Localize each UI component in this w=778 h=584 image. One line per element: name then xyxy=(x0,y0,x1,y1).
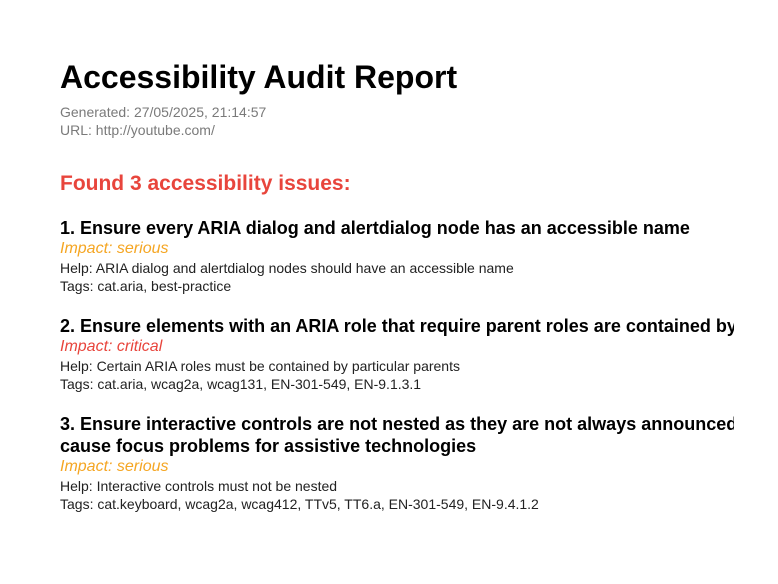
report-meta: Generated: 27/05/2025, 21:14:57 URL: htt… xyxy=(60,103,734,139)
issue-impact: Impact: serious xyxy=(60,240,169,257)
issue-help: Help: Interactive controls must not be n… xyxy=(60,478,338,494)
issue-title: 1. Ensure every ARIA dialog and alertdia… xyxy=(60,218,690,238)
issue-impact: Impact: serious xyxy=(60,458,169,475)
audited-url: URL: http://youtube.com/ xyxy=(60,122,215,138)
issue-tags: Tags: cat.aria, best-practice xyxy=(60,278,232,294)
issue-item: 2. Ensure elements with an ARIA role tha… xyxy=(60,315,734,393)
issue-title: 3. Ensure interactive controls are not n… xyxy=(60,414,734,456)
issue-title: 2. Ensure elements with an ARIA role tha… xyxy=(60,316,734,336)
issue-impact: Impact: critical xyxy=(60,338,163,355)
generated-timestamp: Generated: 27/05/2025, 21:14:57 xyxy=(60,104,267,120)
issue-help: Help: ARIA dialog and alertdialog nodes … xyxy=(60,260,514,276)
issues-summary: Found 3 accessibility issues: xyxy=(60,172,351,195)
issue-tags: Tags: cat.aria, wcag2a, wcag131, EN-301-… xyxy=(60,376,422,392)
report-title: Accessibility Audit Report xyxy=(60,59,458,95)
issue-tags: Tags: cat.keyboard, wcag2a, wcag412, TTv… xyxy=(60,496,539,512)
report-content: Accessibility Audit Report Generated: 27… xyxy=(60,58,734,533)
issues-list: 1. Ensure every ARIA dialog and alertdia… xyxy=(60,217,734,513)
issue-item: 1. Ensure every ARIA dialog and alertdia… xyxy=(60,217,734,295)
issue-help: Help: Certain ARIA roles must be contain… xyxy=(60,358,460,374)
report-page: Accessibility Audit Report Generated: 27… xyxy=(0,0,778,584)
issue-item: 3. Ensure interactive controls are not n… xyxy=(60,413,734,513)
